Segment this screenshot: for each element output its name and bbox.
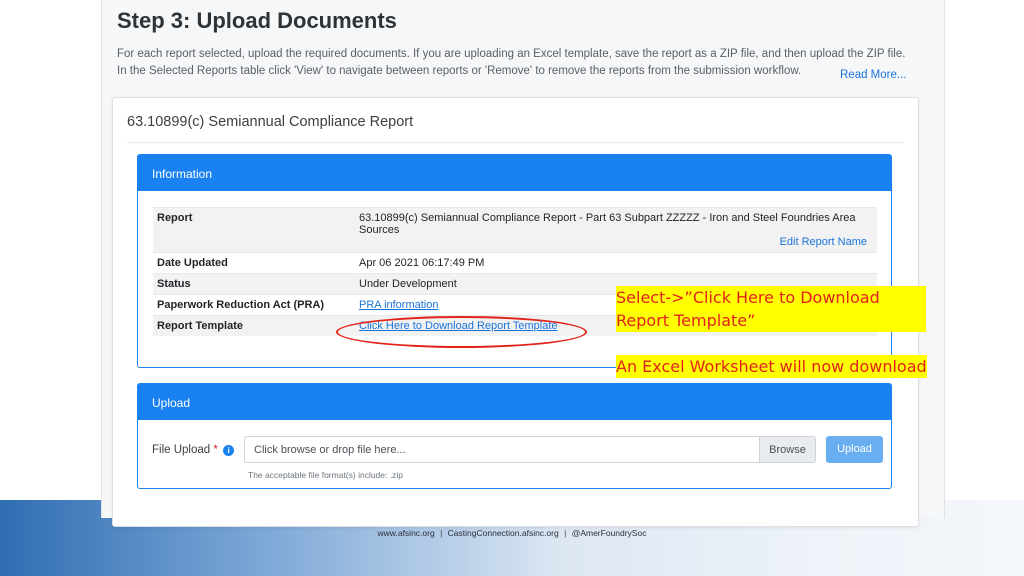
row-label-report: Report [153, 207, 355, 253]
table-row: Report 63.10899(c) Semiannual Compliance… [153, 207, 877, 253]
file-upload-placeholder[interactable]: Click browse or drop file here... [245, 437, 759, 462]
highlight-ellipse [336, 316, 587, 348]
information-panel-header: Information [138, 155, 891, 191]
row-label-date-updated: Date Updated [153, 252, 355, 274]
file-upload-label-text: File Upload [152, 443, 211, 456]
annotation-select-instruction: Select->”Click Here to Download Report T… [616, 286, 926, 332]
report-card-title: 63.10899(c) Semiannual Compliance Report [127, 114, 414, 130]
divider [127, 142, 904, 143]
annotation-excel-download: An Excel Worksheet will now download [616, 355, 927, 378]
table-row: Date Updated Apr 06 2021 06:17:49 PM [153, 252, 877, 274]
row-label-report-template: Report Template [153, 315, 355, 336]
required-marker: * [213, 443, 218, 456]
footer-separator: | [564, 528, 567, 538]
report-name: 63.10899(c) Semiannual Compliance Report… [359, 212, 856, 236]
file-upload-label: File Upload * i [152, 444, 244, 456]
upload-panel-header: Upload [138, 384, 891, 420]
file-format-hint: The acceptable file format(s) include: .… [248, 470, 403, 480]
footer-site-link[interactable]: www.afsinc.org [378, 528, 435, 538]
footer-social-handle[interactable]: @AmerFoundrySoc [572, 528, 647, 538]
file-upload-row: File Upload * i Click browse or drop fil… [152, 436, 883, 463]
row-value-report: 63.10899(c) Semiannual Compliance Report… [355, 207, 877, 253]
pra-information-link[interactable]: PRA information [359, 299, 438, 311]
footer-casting-link[interactable]: CastingConnection.afsinc.org [448, 528, 559, 538]
footer-links: www.afsinc.org | CastingConnection.afsin… [0, 528, 1024, 538]
row-value-date-updated: Apr 06 2021 06:17:49 PM [355, 252, 877, 274]
browse-button[interactable]: Browse [759, 437, 815, 462]
row-label-status: Status [153, 273, 355, 295]
read-more-link[interactable]: Read More... [840, 69, 906, 81]
footer-separator: | [440, 528, 443, 538]
upload-panel: Upload File Upload * i Click browse or d… [137, 383, 892, 489]
row-label-pra: Paperwork Reduction Act (PRA) [153, 294, 355, 316]
step-description: For each report selected, upload the req… [117, 48, 906, 77]
page-title: Step 3: Upload Documents [117, 8, 397, 33]
upload-button[interactable]: Upload [826, 436, 883, 463]
info-icon[interactable]: i [223, 444, 235, 456]
file-drop-input[interactable]: Click browse or drop file here... Browse [244, 436, 816, 463]
edit-report-name-link[interactable]: Edit Report Name [359, 236, 873, 248]
